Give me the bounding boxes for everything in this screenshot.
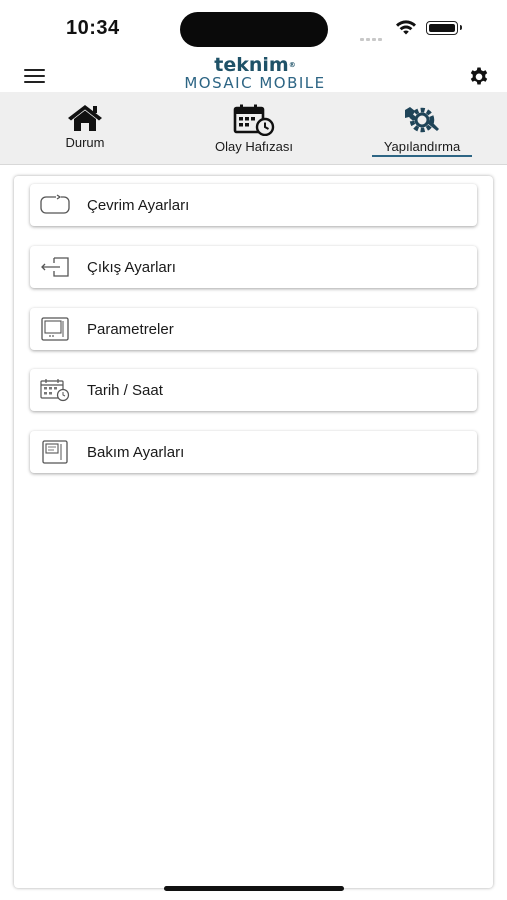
exit-icon (41, 257, 69, 277)
hamburger-menu-icon[interactable] (24, 69, 45, 84)
menu-item-label: Çıkış Ayarları (87, 259, 176, 276)
menu-item-label: Bakım Ayarları (87, 444, 185, 461)
registered-mark: ® (288, 61, 296, 69)
battery-icon (426, 21, 462, 35)
wifi-icon (396, 20, 416, 35)
menu-item-label: Parametreler (87, 321, 174, 338)
brand-product: MOSAIC MOBILE (184, 74, 326, 92)
home-indicator (164, 886, 344, 891)
brand-name: teknim (214, 54, 289, 76)
menu-item-label: Çevrim Ayarları (87, 197, 190, 214)
maintenance-panel-icon (42, 440, 68, 464)
brand-logo: teknim® MOSAIC MOBILE (160, 56, 350, 92)
calendar-clock-icon (40, 379, 70, 402)
menu-item-parametreler[interactable]: Parametreler (30, 308, 477, 350)
settings-gear-icon[interactable] (467, 66, 491, 90)
home-icon (68, 105, 102, 131)
menu-item-tarih-saat[interactable]: Tarih / Saat (30, 369, 477, 411)
menu-item-cevrim-ayarlari[interactable]: Çevrim Ayarları (30, 184, 477, 226)
cycle-icon (40, 194, 70, 214)
device-parameters-icon (41, 317, 69, 341)
tab-label: Olay Hafızası (214, 139, 294, 154)
tab-durum[interactable]: Durum (52, 92, 118, 164)
status-time: 10:34 (66, 17, 120, 39)
tab-label: Durum (65, 135, 105, 150)
dynamic-island (180, 12, 328, 47)
menu-item-cikis-ayarlari[interactable]: Çıkış Ayarları (30, 246, 477, 288)
cellular-signal-icon (360, 28, 386, 41)
app-header: teknim® MOSAIC MOBILE (0, 56, 507, 92)
tab-yapilandirma[interactable]: Yapılandırma (372, 92, 472, 164)
tab-bar: Durum Olay Hafızası Yapılandırma (0, 92, 507, 165)
tab-label: Yapılandırma (372, 139, 472, 157)
settings-panel: Çevrim Ayarları Çıkış Ayarları Parametre… (14, 176, 493, 888)
tab-olay-hafizasi[interactable]: Olay Hafızası (200, 92, 308, 164)
status-bar: 10:34 (0, 0, 507, 56)
menu-item-label: Tarih / Saat (87, 382, 163, 399)
wrench-gear-icon (405, 107, 439, 133)
menu-item-bakim-ayarlari[interactable]: Bakım Ayarları (30, 431, 477, 473)
calendar-clock-icon (233, 104, 275, 136)
